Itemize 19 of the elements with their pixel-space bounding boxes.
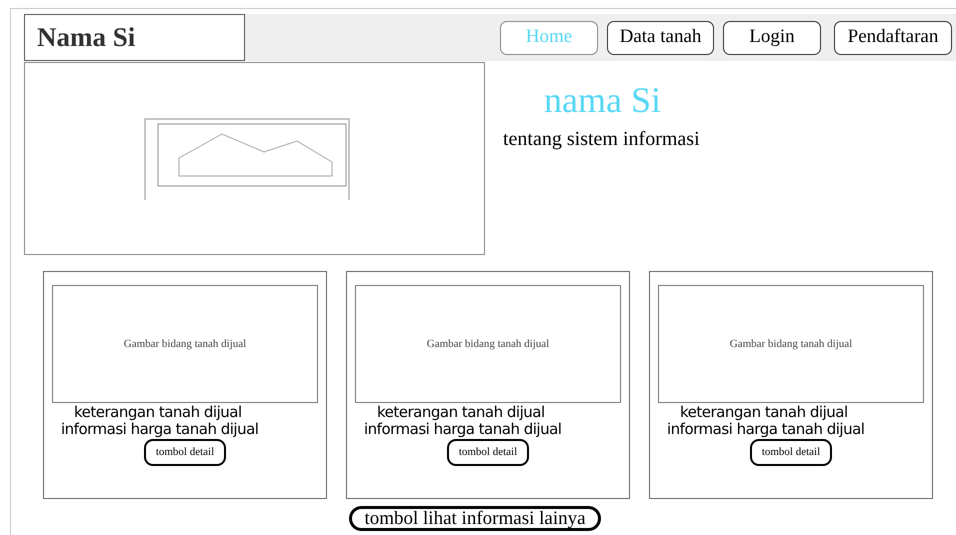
- land-description: keterangan tanah dijual: [74, 405, 243, 420]
- detail-button[interactable]: tombol detail: [144, 439, 226, 466]
- detail-button[interactable]: tombol detail: [750, 439, 832, 466]
- nav-tab[interactable]: Pendaftaran: [834, 20, 952, 54]
- nav-tab[interactable]: Login: [723, 20, 821, 54]
- logo: Nama Si: [24, 14, 245, 61]
- image-caption: Gambar bidang tanah dijual: [124, 336, 246, 352]
- hero-subtitle: tentang sistem informasi: [503, 127, 700, 152]
- hero-title: nama Si: [544, 79, 662, 122]
- price-info: informasi harga tanah dijual: [667, 420, 866, 438]
- detail-button[interactable]: tombol detail: [446, 439, 530, 466]
- image-caption: Gambar bidang tanah dijual: [730, 336, 852, 352]
- more-info-button[interactable]: tombol lihat informasi lainya: [349, 506, 601, 531]
- price-info: informasi harga tanah dijual: [61, 420, 260, 438]
- land-description: keterangan tanah dijual: [680, 405, 849, 420]
- nav-tab[interactable]: Data tanah: [607, 20, 714, 54]
- image-caption: Gambar bidang tanah dijual: [426, 336, 550, 352]
- land-description: keterangan tanah dijual: [377, 405, 546, 420]
- price-info: informasi harga tanah dijual: [364, 420, 562, 438]
